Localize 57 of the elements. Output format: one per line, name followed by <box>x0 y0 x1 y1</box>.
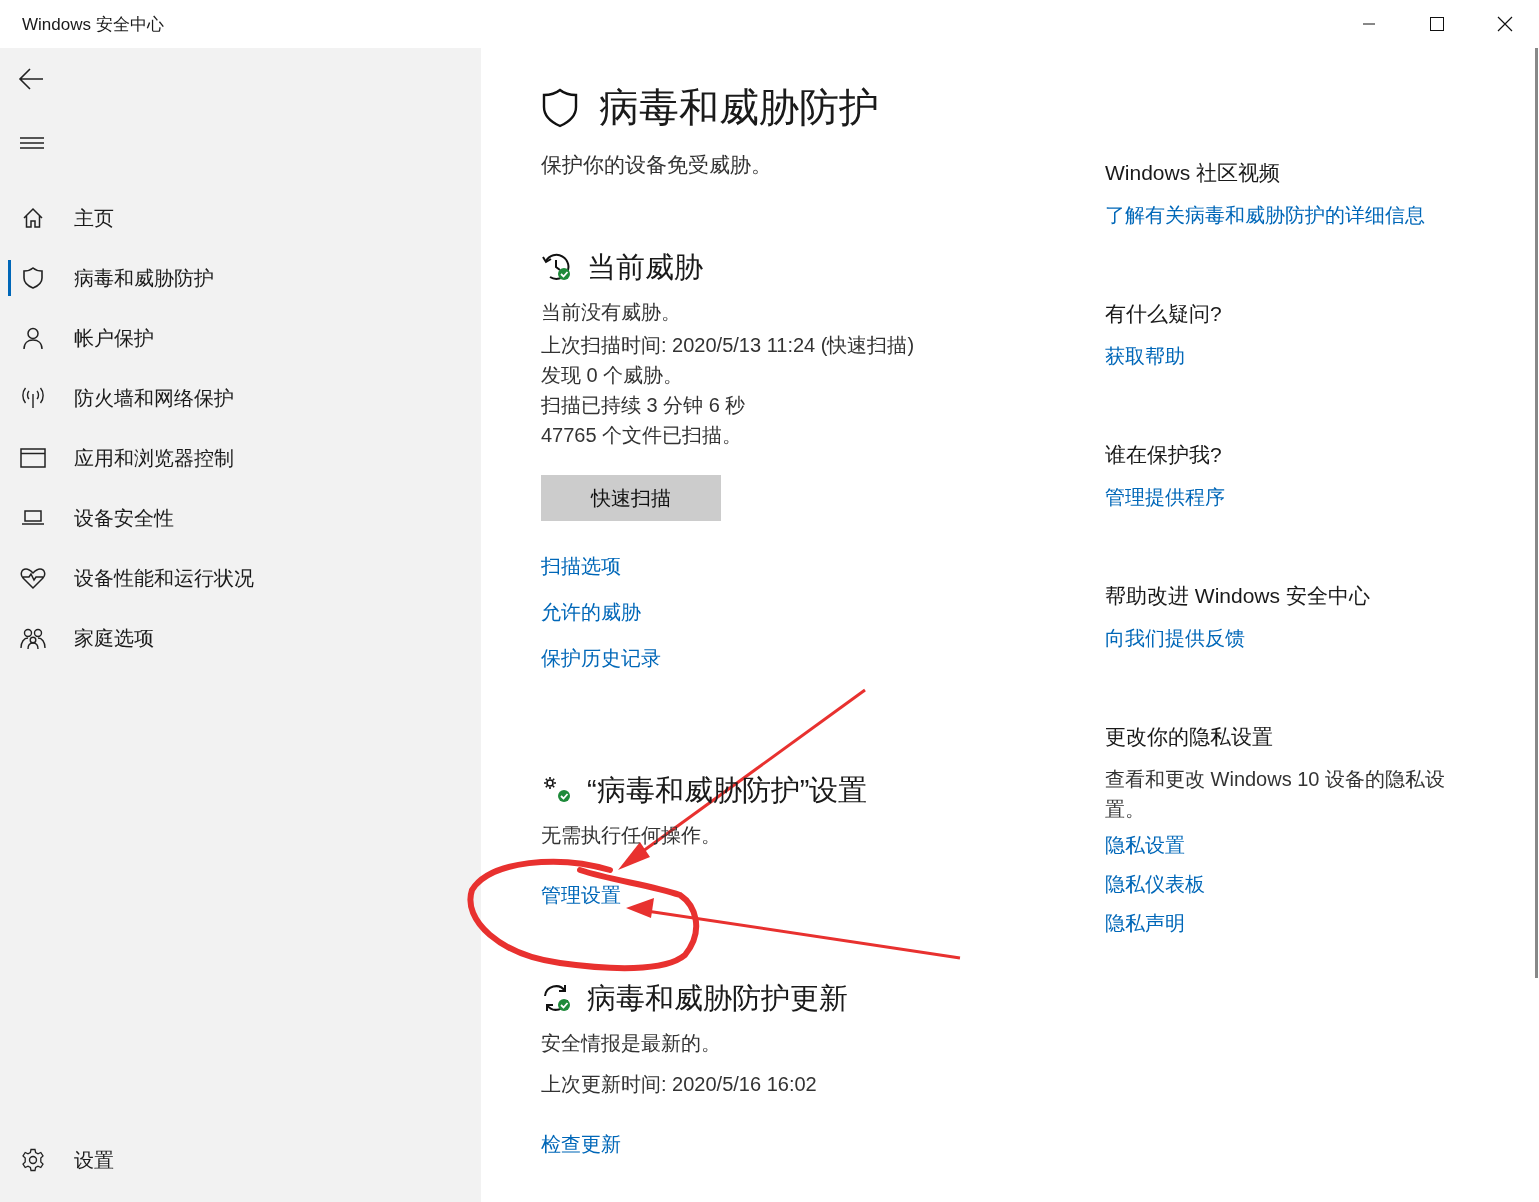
manage-settings-link[interactable]: 管理设置 <box>541 880 621 910</box>
sidebar-item[interactable]: 防火墙和网络保护 <box>0 368 481 428</box>
family-icon <box>20 626 46 650</box>
section-heading: 病毒和威胁防护更新 <box>587 981 848 1016</box>
link[interactable]: 隐私声明 <box>1105 904 1185 943</box>
link[interactable]: 扫描选项 <box>541 551 621 581</box>
link[interactable]: 管理提供程序 <box>1105 478 1225 517</box>
menu-icon[interactable] <box>20 136 44 150</box>
check-updates-link[interactable]: 检查更新 <box>541 1129 621 1159</box>
back-arrow-icon[interactable] <box>18 68 44 90</box>
window-title: Windows 安全中心 <box>22 13 164 36</box>
clock-check-icon <box>541 252 573 282</box>
shield-icon <box>20 266 46 290</box>
sidebar-item[interactable]: 病毒和威胁防护 <box>0 248 481 308</box>
scan-detail: 扫描已持续 3 分钟 6 秒 <box>541 393 746 417</box>
link[interactable]: 了解有关病毒和威胁防护的详细信息 <box>1105 196 1425 235</box>
scan-detail: 上次扫描时间: 2020/5/13 11:24 (快速扫描) <box>541 333 915 357</box>
page-title: 病毒和威胁防护 <box>599 84 879 131</box>
link[interactable]: 向我们提供反馈 <box>1105 619 1245 658</box>
antenna-icon <box>20 386 46 410</box>
sidebar-item[interactable]: 帐户保护 <box>0 308 481 368</box>
panel-heading: 谁在保护我? <box>1105 442 1222 468</box>
update-status: 安全情报是最新的。 <box>541 1031 721 1056</box>
panel-heading: 帮助改进 Windows 安全中心 <box>1105 583 1370 609</box>
sidebar-item[interactable]: 应用和浏览器控制 <box>0 428 481 488</box>
shield-icon <box>541 87 579 128</box>
sidebar-item[interactable]: 主页 <box>0 188 481 248</box>
link[interactable]: 保护历史记录 <box>541 643 661 673</box>
panel-heading: 有什么疑问? <box>1105 301 1222 327</box>
close-icon <box>1497 16 1513 32</box>
last-update-time: 上次更新时间: 2020/5/16 16:02 <box>541 1072 817 1097</box>
section-heading: 当前威胁 <box>587 250 703 285</box>
scan-detail: 发现 0 个威胁。 <box>541 363 684 387</box>
page-subtitle: 保护你的设备免受威胁。 <box>541 152 772 178</box>
settings-icon <box>20 1148 46 1172</box>
link[interactable]: 隐私仪表板 <box>1105 865 1205 904</box>
panel-text: 查看和更改 Windows 10 设备的隐私设置。 <box>1105 767 1447 822</box>
link[interactable]: 允许的威胁 <box>541 597 641 627</box>
refresh-check-icon <box>541 983 573 1013</box>
heart-pulse-icon <box>20 566 46 590</box>
laptop-icon <box>20 508 46 528</box>
link[interactable]: 获取帮助 <box>1105 337 1185 376</box>
sidebar-item[interactable]: 设备安全性 <box>0 488 481 548</box>
gears-check-icon <box>541 775 573 805</box>
panel-heading: Windows 社区视频 <box>1105 160 1281 186</box>
link[interactable]: 隐私设置 <box>1105 826 1185 865</box>
panel-heading: 更改你的隐私设置 <box>1105 724 1273 750</box>
quick-scan-button[interactable]: 快速扫描 <box>541 475 721 521</box>
scan-detail: 47765 个文件已扫描。 <box>541 423 743 447</box>
threat-status: 当前没有威胁。 <box>541 300 681 325</box>
sidebar-item[interactable]: 家庭选项 <box>0 608 481 668</box>
person-icon <box>20 326 46 350</box>
scrollbar[interactable] <box>1535 48 1538 978</box>
maximize-icon <box>1430 17 1444 31</box>
sidebar-item[interactable]: 设备性能和运行状况 <box>0 548 481 608</box>
browser-window-icon <box>20 447 46 469</box>
settings-item[interactable]: 设置 <box>0 1130 481 1190</box>
